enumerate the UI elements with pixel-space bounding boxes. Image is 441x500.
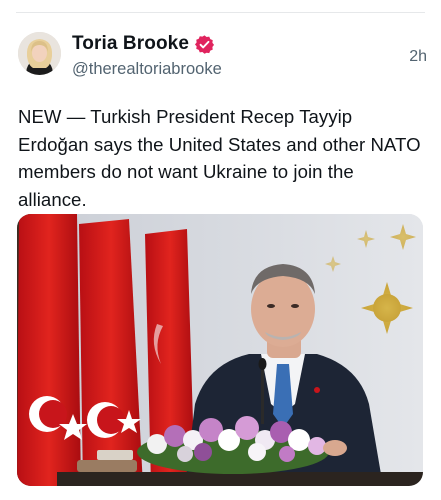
avatar-image <box>18 32 61 75</box>
author-handle[interactable]: @therealtoriabrooke <box>72 60 427 79</box>
photo-erdogan-flags <box>17 214 423 486</box>
top-divider <box>16 12 425 13</box>
verified-badge-icon <box>194 34 215 55</box>
author-display-name[interactable]: Toria Brooke <box>72 33 189 55</box>
author-avatar[interactable] <box>18 32 61 75</box>
tweet-photo[interactable] <box>17 214 423 486</box>
tweet-timestamp[interactable]: 2h <box>409 48 427 66</box>
tweet-header: Toria Brooke @therealtoriabrooke 2h <box>72 32 427 82</box>
author-name-row: Toria Brooke <box>72 32 427 56</box>
tweet-text: NEW — Turkish President Recep Tayyip Erd… <box>18 106 421 210</box>
